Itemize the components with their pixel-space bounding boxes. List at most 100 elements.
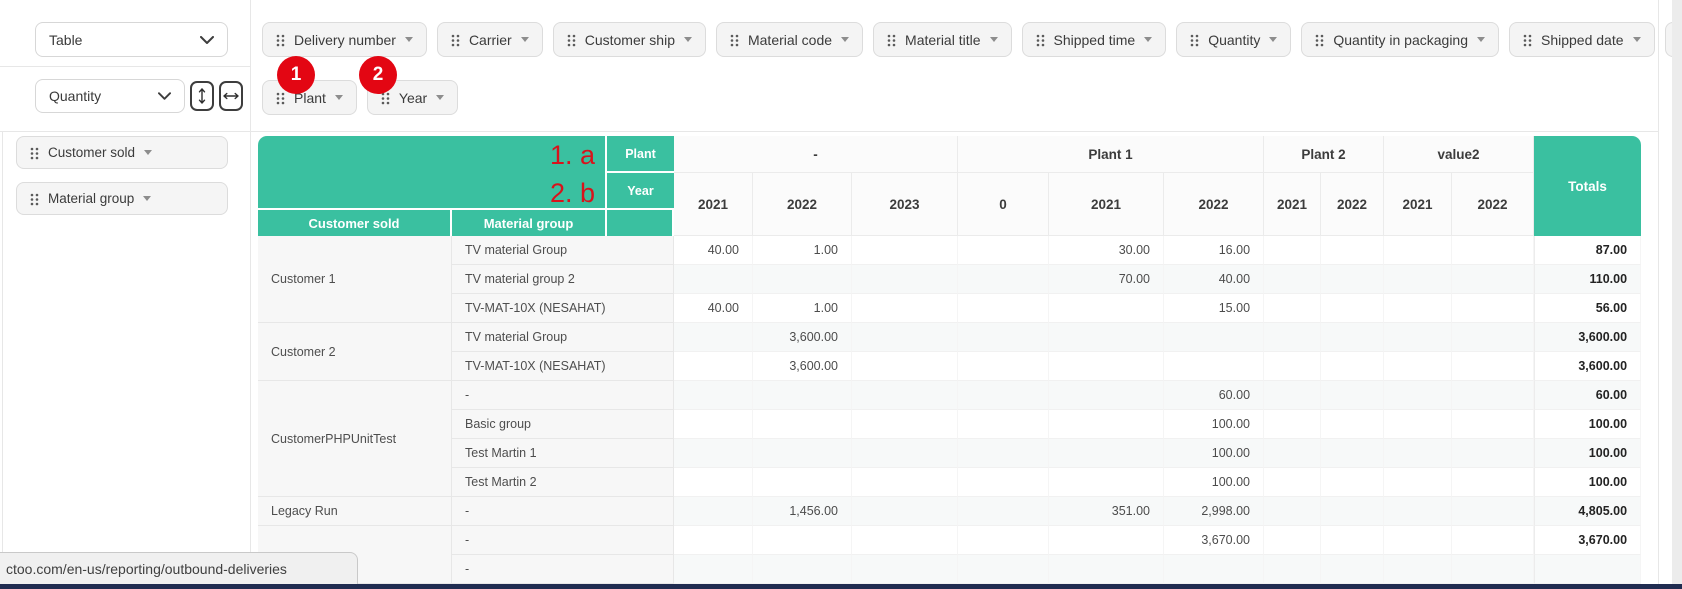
material-cell: Test Martin 1 — [452, 439, 674, 468]
value-cell — [852, 439, 958, 468]
field-chip-shipped-date[interactable]: Shipped date — [1509, 22, 1655, 57]
customer-cell: Customer 1 — [258, 236, 452, 323]
value-cell — [674, 323, 753, 352]
expand-horizontal-button[interactable] — [219, 81, 243, 111]
row-total-cell: 3,600.00 — [1534, 323, 1641, 352]
field-chip-quantity-in-packaging[interactable]: Quantity in packaging — [1301, 22, 1499, 57]
value-cell — [1321, 526, 1384, 555]
step-badge-2: 2 — [359, 56, 397, 94]
value-cell — [852, 410, 958, 439]
row-total-cell: 110.00 — [1534, 265, 1641, 294]
pivot-table: 1. a 2. b Plant -Plant 1Plant 2value2Tot… — [258, 136, 1641, 584]
field-chip-quantity[interactable]: Quantity — [1176, 22, 1291, 57]
value-cell — [958, 265, 1049, 294]
value-cell — [1321, 439, 1384, 468]
pivot-row: Test Martin 2100.00100.00 — [258, 468, 1641, 497]
chevron-down-icon — [684, 37, 692, 42]
annotation-2b: 2. b — [550, 180, 595, 207]
field-chip-material-title[interactable]: Material title — [873, 22, 1011, 57]
chevron-down-icon — [144, 150, 152, 155]
value-cell — [1384, 352, 1452, 381]
material-cell: TV material Group — [452, 323, 674, 352]
row-total-cell: 3,600.00 — [1534, 352, 1641, 381]
value-cell — [1264, 265, 1321, 294]
field-chip-shipped-time[interactable]: Shipped time — [1022, 22, 1167, 57]
value-cell: 1,456.00 — [753, 497, 852, 526]
value-cell — [1264, 555, 1321, 584]
value-cell — [1264, 497, 1321, 526]
table-select[interactable]: Table — [35, 22, 228, 57]
quantity-select[interactable]: Quantity — [35, 79, 185, 113]
value-cell — [1264, 410, 1321, 439]
value-cell — [753, 468, 852, 497]
value-cell: 3,670.00 — [1164, 526, 1264, 555]
drag-handle-icon — [30, 193, 39, 206]
chip-label: Customer ship — [585, 32, 675, 48]
value-cell — [852, 265, 958, 294]
pivot-row: -3,670.003,670.00 — [258, 526, 1641, 555]
vertical-scrollbar[interactable] — [1672, 0, 1682, 589]
material-cell: - — [452, 526, 674, 555]
column-group-header-: - — [674, 136, 958, 173]
value-cell — [753, 439, 852, 468]
drag-handle-icon — [1190, 34, 1199, 47]
drag-handle-icon — [1315, 34, 1324, 47]
year-header-cell: 2022 — [753, 173, 852, 236]
value-cell: 30.00 — [1049, 236, 1164, 265]
expand-vertical-button[interactable] — [190, 81, 214, 111]
plant-field-label: Plant — [607, 136, 674, 173]
value-cell — [1049, 526, 1164, 555]
pivot-row: Basic group100.00100.00 — [258, 410, 1641, 439]
value-cell — [1264, 468, 1321, 497]
row-field-chip-customer-sold[interactable]: Customer sold — [16, 136, 228, 169]
year-header-cell: 2021 — [1384, 173, 1452, 236]
value-cell — [1321, 381, 1384, 410]
value-cell — [958, 323, 1049, 352]
value-cell — [852, 294, 958, 323]
chevron-down-icon — [1633, 37, 1641, 42]
field-chip-customer-ship[interactable]: Customer ship — [553, 22, 706, 57]
value-cell — [1321, 294, 1384, 323]
value-cell: 3,600.00 — [753, 352, 852, 381]
row-total-cell: 100.00 — [1534, 439, 1641, 468]
pivot-row: TV-MAT-10X (NESAHAT)40.001.0015.0056.00 — [258, 294, 1641, 323]
material-cell: - — [452, 555, 674, 584]
value-cell — [1164, 555, 1264, 584]
field-chip-delivery-number[interactable]: Delivery number — [262, 22, 427, 57]
value-cell — [1264, 439, 1321, 468]
value-cell — [1452, 323, 1534, 352]
material-cell: TV material group 2 — [452, 265, 674, 294]
field-chip-carrier[interactable]: Carrier — [437, 22, 543, 57]
link-preview-url: ctoo.com/en-us/reporting/outbound-delive… — [6, 561, 287, 577]
value-cell: 40.00 — [1164, 265, 1264, 294]
value-cell — [1049, 439, 1164, 468]
pivot-header-group-row: 1. a 2. b Plant -Plant 1Plant 2value2Tot… — [258, 136, 1641, 173]
value-cell — [1452, 352, 1534, 381]
pivot-body: Customer 1TV material Group40.001.0030.0… — [258, 236, 1641, 584]
value-cell — [1264, 294, 1321, 323]
chevron-down-icon — [405, 37, 413, 42]
value-cell — [852, 555, 958, 584]
value-cell — [1049, 352, 1164, 381]
value-cell — [674, 410, 753, 439]
value-cell — [958, 497, 1049, 526]
value-cell — [958, 439, 1049, 468]
totals-header: Totals — [1534, 136, 1641, 236]
value-cell — [1049, 294, 1164, 323]
value-cell: 70.00 — [1049, 265, 1164, 294]
value-cell — [674, 555, 753, 584]
row-total-cell: 100.00 — [1534, 468, 1641, 497]
value-cell — [958, 526, 1049, 555]
material-cell: Basic group — [452, 410, 674, 439]
row-field-chip-material-group[interactable]: Material group — [16, 182, 228, 215]
material-cell: - — [452, 381, 674, 410]
value-cell — [674, 265, 753, 294]
panel-left-border — [2, 131, 3, 584]
chevron-down-icon — [521, 37, 529, 42]
value-cell — [958, 381, 1049, 410]
row-fields-list: Customer sold Material group — [16, 136, 228, 228]
value-cell — [852, 352, 958, 381]
value-cell — [1384, 236, 1452, 265]
value-cell — [1384, 381, 1452, 410]
field-chip-material-code[interactable]: Material code — [716, 22, 863, 57]
